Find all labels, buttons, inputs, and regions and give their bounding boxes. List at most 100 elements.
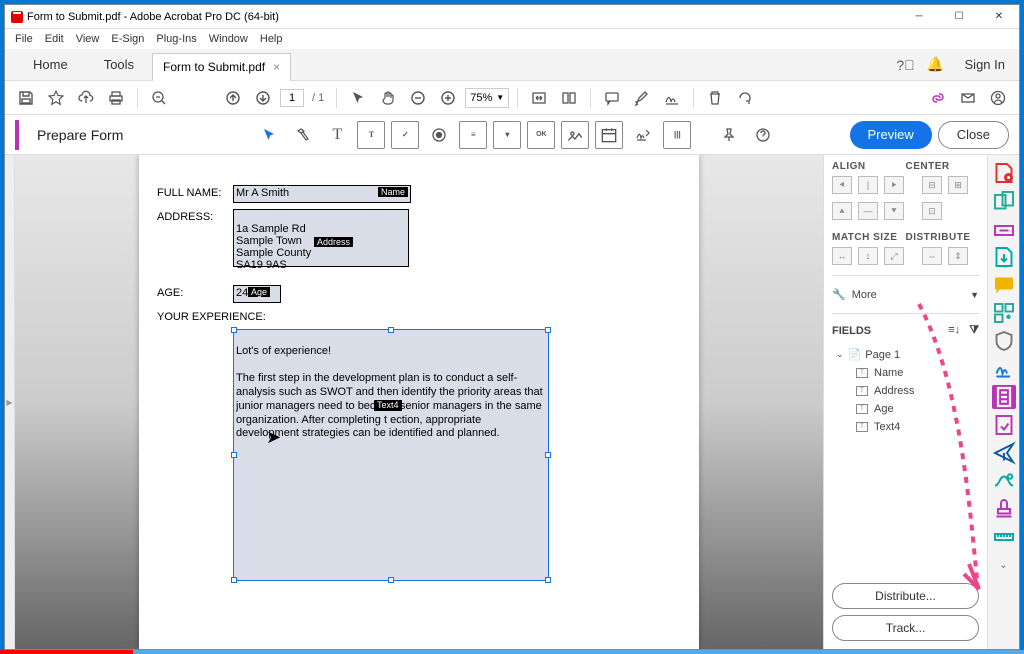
- protect-tool-icon[interactable]: [992, 329, 1016, 353]
- align-center-h-icon[interactable]: |: [858, 176, 878, 194]
- fit-width-icon[interactable]: [526, 85, 552, 111]
- save-icon[interactable]: [13, 85, 39, 111]
- fullname-field[interactable]: Mr A Smith Name: [233, 185, 411, 203]
- left-panel-toggle[interactable]: ▶: [5, 155, 15, 649]
- image-tool-icon[interactable]: [561, 121, 589, 149]
- align-right-icon[interactable]: ⯈: [884, 176, 904, 194]
- notifications-icon[interactable]: 🔔: [921, 50, 951, 80]
- comment-tool-icon[interactable]: [992, 273, 1016, 297]
- organize-tool-icon[interactable]: [992, 301, 1016, 325]
- sign-in-button[interactable]: Sign In: [951, 57, 1019, 72]
- zoom-select[interactable]: 75%▼: [465, 88, 509, 108]
- delete-icon[interactable]: [702, 85, 728, 111]
- resize-handle[interactable]: [231, 327, 237, 333]
- share-link-icon[interactable]: [925, 85, 951, 111]
- close-window-button[interactable]: ✕: [979, 5, 1019, 29]
- preview-button[interactable]: Preview: [850, 121, 932, 149]
- page-display-icon[interactable]: [556, 85, 582, 111]
- date-tool-icon[interactable]: [595, 121, 623, 149]
- center-v-icon[interactable]: ⊞: [948, 176, 968, 194]
- rotate-icon[interactable]: [732, 85, 758, 111]
- align-center-v-icon[interactable]: —: [858, 202, 878, 220]
- tab-tools[interactable]: Tools: [86, 49, 152, 80]
- menu-plugins[interactable]: Plug-Ins: [156, 33, 196, 45]
- tree-page-item[interactable]: ⌄ 📄 Page 1: [836, 345, 987, 364]
- combine-tool-icon[interactable]: [992, 189, 1016, 213]
- select-tool-icon[interactable]: [345, 85, 371, 111]
- radio-tool-icon[interactable]: [425, 121, 453, 149]
- next-page-icon[interactable]: [250, 85, 276, 111]
- menu-file[interactable]: File: [15, 33, 33, 45]
- scan-tool-icon[interactable]: [992, 469, 1016, 493]
- center-both-icon[interactable]: ⊡: [922, 202, 942, 220]
- menu-help[interactable]: Help: [260, 33, 283, 45]
- resize-handle[interactable]: [545, 452, 551, 458]
- tab-document[interactable]: Form to Submit.pdf ×: [152, 53, 291, 81]
- menu-view[interactable]: View: [76, 33, 100, 45]
- page-number-input[interactable]: [280, 89, 304, 107]
- tab-close-icon[interactable]: ×: [273, 60, 280, 74]
- star-icon[interactable]: [43, 85, 69, 111]
- fields-filter-icon[interactable]: ⧩: [969, 324, 979, 336]
- resize-handle[interactable]: [388, 577, 394, 583]
- profile-icon[interactable]: [985, 85, 1011, 111]
- list-tool-icon[interactable]: ≡: [459, 121, 487, 149]
- menu-window[interactable]: Window: [209, 33, 248, 45]
- zoom-in-button[interactable]: [435, 85, 461, 111]
- age-field[interactable]: 24 Age: [233, 285, 281, 303]
- track-button[interactable]: Track...: [832, 615, 979, 641]
- zoom-out-button[interactable]: [405, 85, 431, 111]
- button-tool-icon[interactable]: OK: [527, 121, 555, 149]
- distribute-h-icon[interactable]: ⇔: [922, 247, 942, 265]
- hand-tool-icon[interactable]: [375, 85, 401, 111]
- text-field-tool-icon[interactable]: T: [323, 121, 351, 149]
- pin-icon[interactable]: [715, 121, 743, 149]
- video-progress-track[interactable]: [0, 650, 1024, 654]
- print-icon[interactable]: [103, 85, 129, 111]
- resize-handle[interactable]: [231, 452, 237, 458]
- maximize-button[interactable]: ☐: [939, 5, 979, 29]
- menu-edit[interactable]: Edit: [45, 33, 64, 45]
- resize-handle[interactable]: [545, 327, 551, 333]
- zoom-out-icon[interactable]: [146, 85, 172, 111]
- document-canvas[interactable]: FULL NAME: Mr A Smith Name ADDRESS: 1a S…: [15, 155, 823, 649]
- distribute-v-icon[interactable]: ⇕: [948, 247, 968, 265]
- create-pdf-tool-icon[interactable]: [992, 161, 1016, 185]
- minimize-button[interactable]: ─: [899, 5, 939, 29]
- tree-field-item[interactable]: TText4: [836, 418, 987, 436]
- tab-home[interactable]: Home: [15, 49, 86, 80]
- email-icon[interactable]: [955, 85, 981, 111]
- signature-tool-icon[interactable]: [629, 121, 657, 149]
- stamp-tool-icon[interactable]: [992, 497, 1016, 521]
- resize-handle[interactable]: [545, 577, 551, 583]
- match-height-icon[interactable]: ↕: [858, 247, 878, 265]
- edit-pdf-tool-icon[interactable]: [992, 217, 1016, 241]
- align-left-icon[interactable]: ⯇: [832, 176, 852, 194]
- sign-icon[interactable]: [659, 85, 685, 111]
- measure-tool-icon[interactable]: [992, 525, 1016, 549]
- menu-esign[interactable]: E-Sign: [111, 33, 144, 45]
- match-both-icon[interactable]: ⤢: [884, 247, 904, 265]
- comments-icon[interactable]: [599, 85, 625, 111]
- send-tool-icon[interactable]: [992, 441, 1016, 465]
- export-tool-icon[interactable]: [992, 245, 1016, 269]
- cloud-upload-icon[interactable]: [73, 85, 99, 111]
- highlight-icon[interactable]: [629, 85, 655, 111]
- edit-field-tool-icon[interactable]: [289, 121, 317, 149]
- more-options[interactable]: 🔧 More ▼: [824, 280, 987, 309]
- help-icon[interactable]: ?⃝: [891, 50, 921, 80]
- text-box-tool-icon[interactable]: T: [357, 121, 385, 149]
- resize-handle[interactable]: [231, 577, 237, 583]
- align-top-icon[interactable]: ⯅: [832, 202, 852, 220]
- request-sign-tool-icon[interactable]: [992, 413, 1016, 437]
- match-width-icon[interactable]: ↔: [832, 247, 852, 265]
- prev-page-icon[interactable]: [220, 85, 246, 111]
- help-tool-icon[interactable]: [749, 121, 777, 149]
- barcode-tool-icon[interactable]: |||: [663, 121, 691, 149]
- address-field[interactable]: 1a Sample Rd Sample Town Sample County S…: [233, 209, 409, 267]
- dropdown-tool-icon[interactable]: ▾: [493, 121, 521, 149]
- fill-sign-tool-icon[interactable]: [992, 357, 1016, 381]
- tree-field-item[interactable]: TAddress: [836, 382, 987, 400]
- checkbox-tool-icon[interactable]: ✓: [391, 121, 419, 149]
- fields-sort-icon[interactable]: ≡↓: [948, 324, 960, 336]
